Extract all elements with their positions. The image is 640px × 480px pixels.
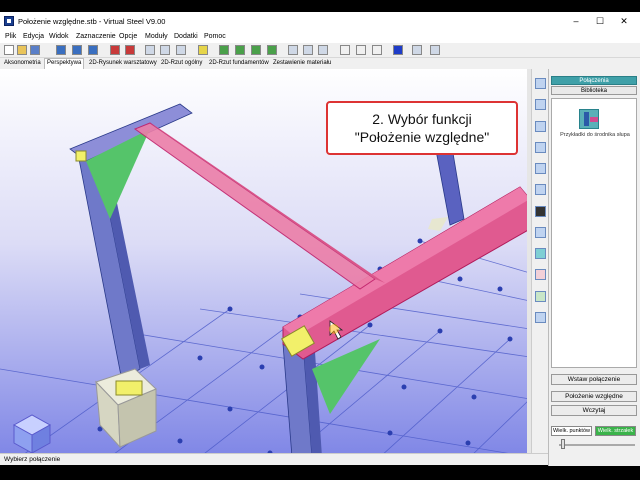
tab-perspektywa[interactable]: Perspektywa — [44, 58, 85, 69]
cube-view-2-icon[interactable] — [235, 45, 245, 55]
cube-view-1-icon[interactable] — [219, 45, 229, 55]
connection-type-2-icon[interactable] — [535, 99, 546, 110]
save-icon[interactable] — [30, 45, 40, 55]
left-joint-plate — [75, 150, 87, 162]
brace-icon[interactable] — [535, 269, 546, 280]
cube-view-4-icon[interactable] — [267, 45, 277, 55]
bolt-icon[interactable] — [535, 248, 546, 259]
status-bar: Wybierz połączenie — [0, 453, 548, 465]
section-icon[interactable] — [288, 45, 298, 55]
zoom-out-icon[interactable] — [160, 45, 170, 55]
dimension-icon[interactable] — [318, 45, 328, 55]
menu-widok[interactable]: Widok — [49, 33, 68, 40]
stiffener-icon[interactable] — [535, 291, 546, 302]
relative-position-button[interactable]: Położenie względne — [551, 391, 637, 402]
connections-panel: Połączenia Biblioteka Przykładki do środ… — [548, 69, 640, 466]
window-title: Położenie względne.stb - Virtual Steel V… — [18, 17, 166, 26]
tab-biblioteka[interactable]: Biblioteka — [551, 86, 637, 95]
title-bar: Położenie względne.stb - Virtual Steel V… — [0, 12, 640, 31]
menu-edycja[interactable]: Edycja — [23, 33, 44, 40]
splice-icon[interactable] — [535, 227, 546, 238]
app-icon — [4, 16, 14, 26]
frame-1-icon[interactable] — [340, 45, 350, 55]
connection-type-3-icon[interactable] — [535, 121, 546, 132]
connection-list: Przykładki do środnika słupa — [551, 98, 637, 368]
tab-polaczenia[interactable]: Połączenia — [551, 76, 637, 85]
new-file-icon[interactable] — [4, 45, 14, 55]
measure-icon[interactable] — [303, 45, 313, 55]
close-button[interactable]: ✕ — [612, 14, 636, 28]
menu-opcje[interactable]: Opcje — [119, 33, 137, 40]
link-icon[interactable] — [430, 45, 440, 55]
web-cleat-connection-icon[interactable] — [579, 109, 599, 129]
instruction-callout: 2. Wybór funkcji "Położenie względne" — [326, 101, 518, 155]
open-file-icon[interactable] — [17, 45, 27, 55]
redo-icon[interactable] — [125, 45, 135, 55]
connection-toolbar — [531, 69, 549, 457]
beam-icon[interactable] — [198, 45, 208, 55]
tab-2d-rzut-ogolny[interactable]: 2D-Rzut ogólny — [159, 59, 204, 68]
point-size-button[interactable]: Wielk. punktów — [551, 426, 592, 436]
frame-2-icon[interactable] — [356, 45, 366, 55]
arrow-size-button[interactable]: Wielk. strzałek — [595, 426, 636, 436]
cube-view-3-icon[interactable] — [251, 45, 261, 55]
anchor-icon[interactable] — [535, 206, 546, 217]
undo-icon[interactable] — [110, 45, 120, 55]
tab-2d-rysunek[interactable]: 2D-Rysunek warsztatowy — [87, 59, 159, 68]
plate-icon[interactable] — [535, 312, 546, 323]
zoom-all-icon[interactable] — [176, 45, 186, 55]
menu-zaznaczenie[interactable]: Zaznaczenie — [76, 33, 116, 40]
size-slider-track — [559, 444, 635, 446]
menu-dodatki[interactable]: Dodatki — [174, 33, 198, 40]
status-text: Wybierz połączenie — [4, 456, 61, 463]
3d-viewport[interactable]: 2. Wybór funkcji "Położenie względne" — [0, 69, 530, 457]
view-xz-icon[interactable] — [56, 45, 66, 55]
menu-plik[interactable]: Plik — [5, 33, 16, 40]
menu-moduly[interactable]: Moduły — [145, 33, 168, 40]
size-slider-thumb[interactable] — [561, 439, 565, 449]
settings-icon[interactable] — [412, 45, 422, 55]
toolbar — [0, 43, 640, 58]
connection-item-label[interactable]: Przykładki do środnika słupa — [556, 132, 634, 139]
connection-type-6-icon[interactable] — [535, 184, 546, 195]
insert-connection-button[interactable]: Wstaw połączenie — [551, 374, 637, 385]
application-window: Położenie względne.stb - Virtual Steel V… — [0, 12, 640, 466]
maximize-button[interactable]: ☐ — [588, 14, 612, 28]
color-icon[interactable] — [393, 45, 403, 55]
tab-zestawienie[interactable]: Zestawienie materiału — [271, 59, 333, 68]
connection-type-1-icon[interactable] — [535, 78, 546, 89]
zoom-in-icon[interactable] — [145, 45, 155, 55]
menu-pomoc[interactable]: Pomoc — [204, 33, 226, 40]
view-xy-icon[interactable] — [88, 45, 98, 55]
connection-type-5-icon[interactable] — [535, 163, 546, 174]
minimize-button[interactable]: – — [564, 14, 588, 28]
frame-3-icon[interactable] — [372, 45, 382, 55]
tab-2d-rzut-fundamentow[interactable]: 2D-Rzut fundamentów — [207, 59, 271, 68]
callout-line-2: "Położenie względne" — [354, 129, 490, 145]
menu-bar: Plik Edycja Widok Zaznaczenie Opcje Modu… — [0, 31, 640, 43]
connection-type-4-icon[interactable] — [535, 142, 546, 153]
load-button[interactable]: Wczytaj — [551, 405, 637, 416]
callout-line-1: 2. Wybór funkcji — [372, 111, 472, 127]
view-yz-icon[interactable] — [72, 45, 82, 55]
tab-aksonometria[interactable]: Aksonometria — [2, 59, 43, 68]
